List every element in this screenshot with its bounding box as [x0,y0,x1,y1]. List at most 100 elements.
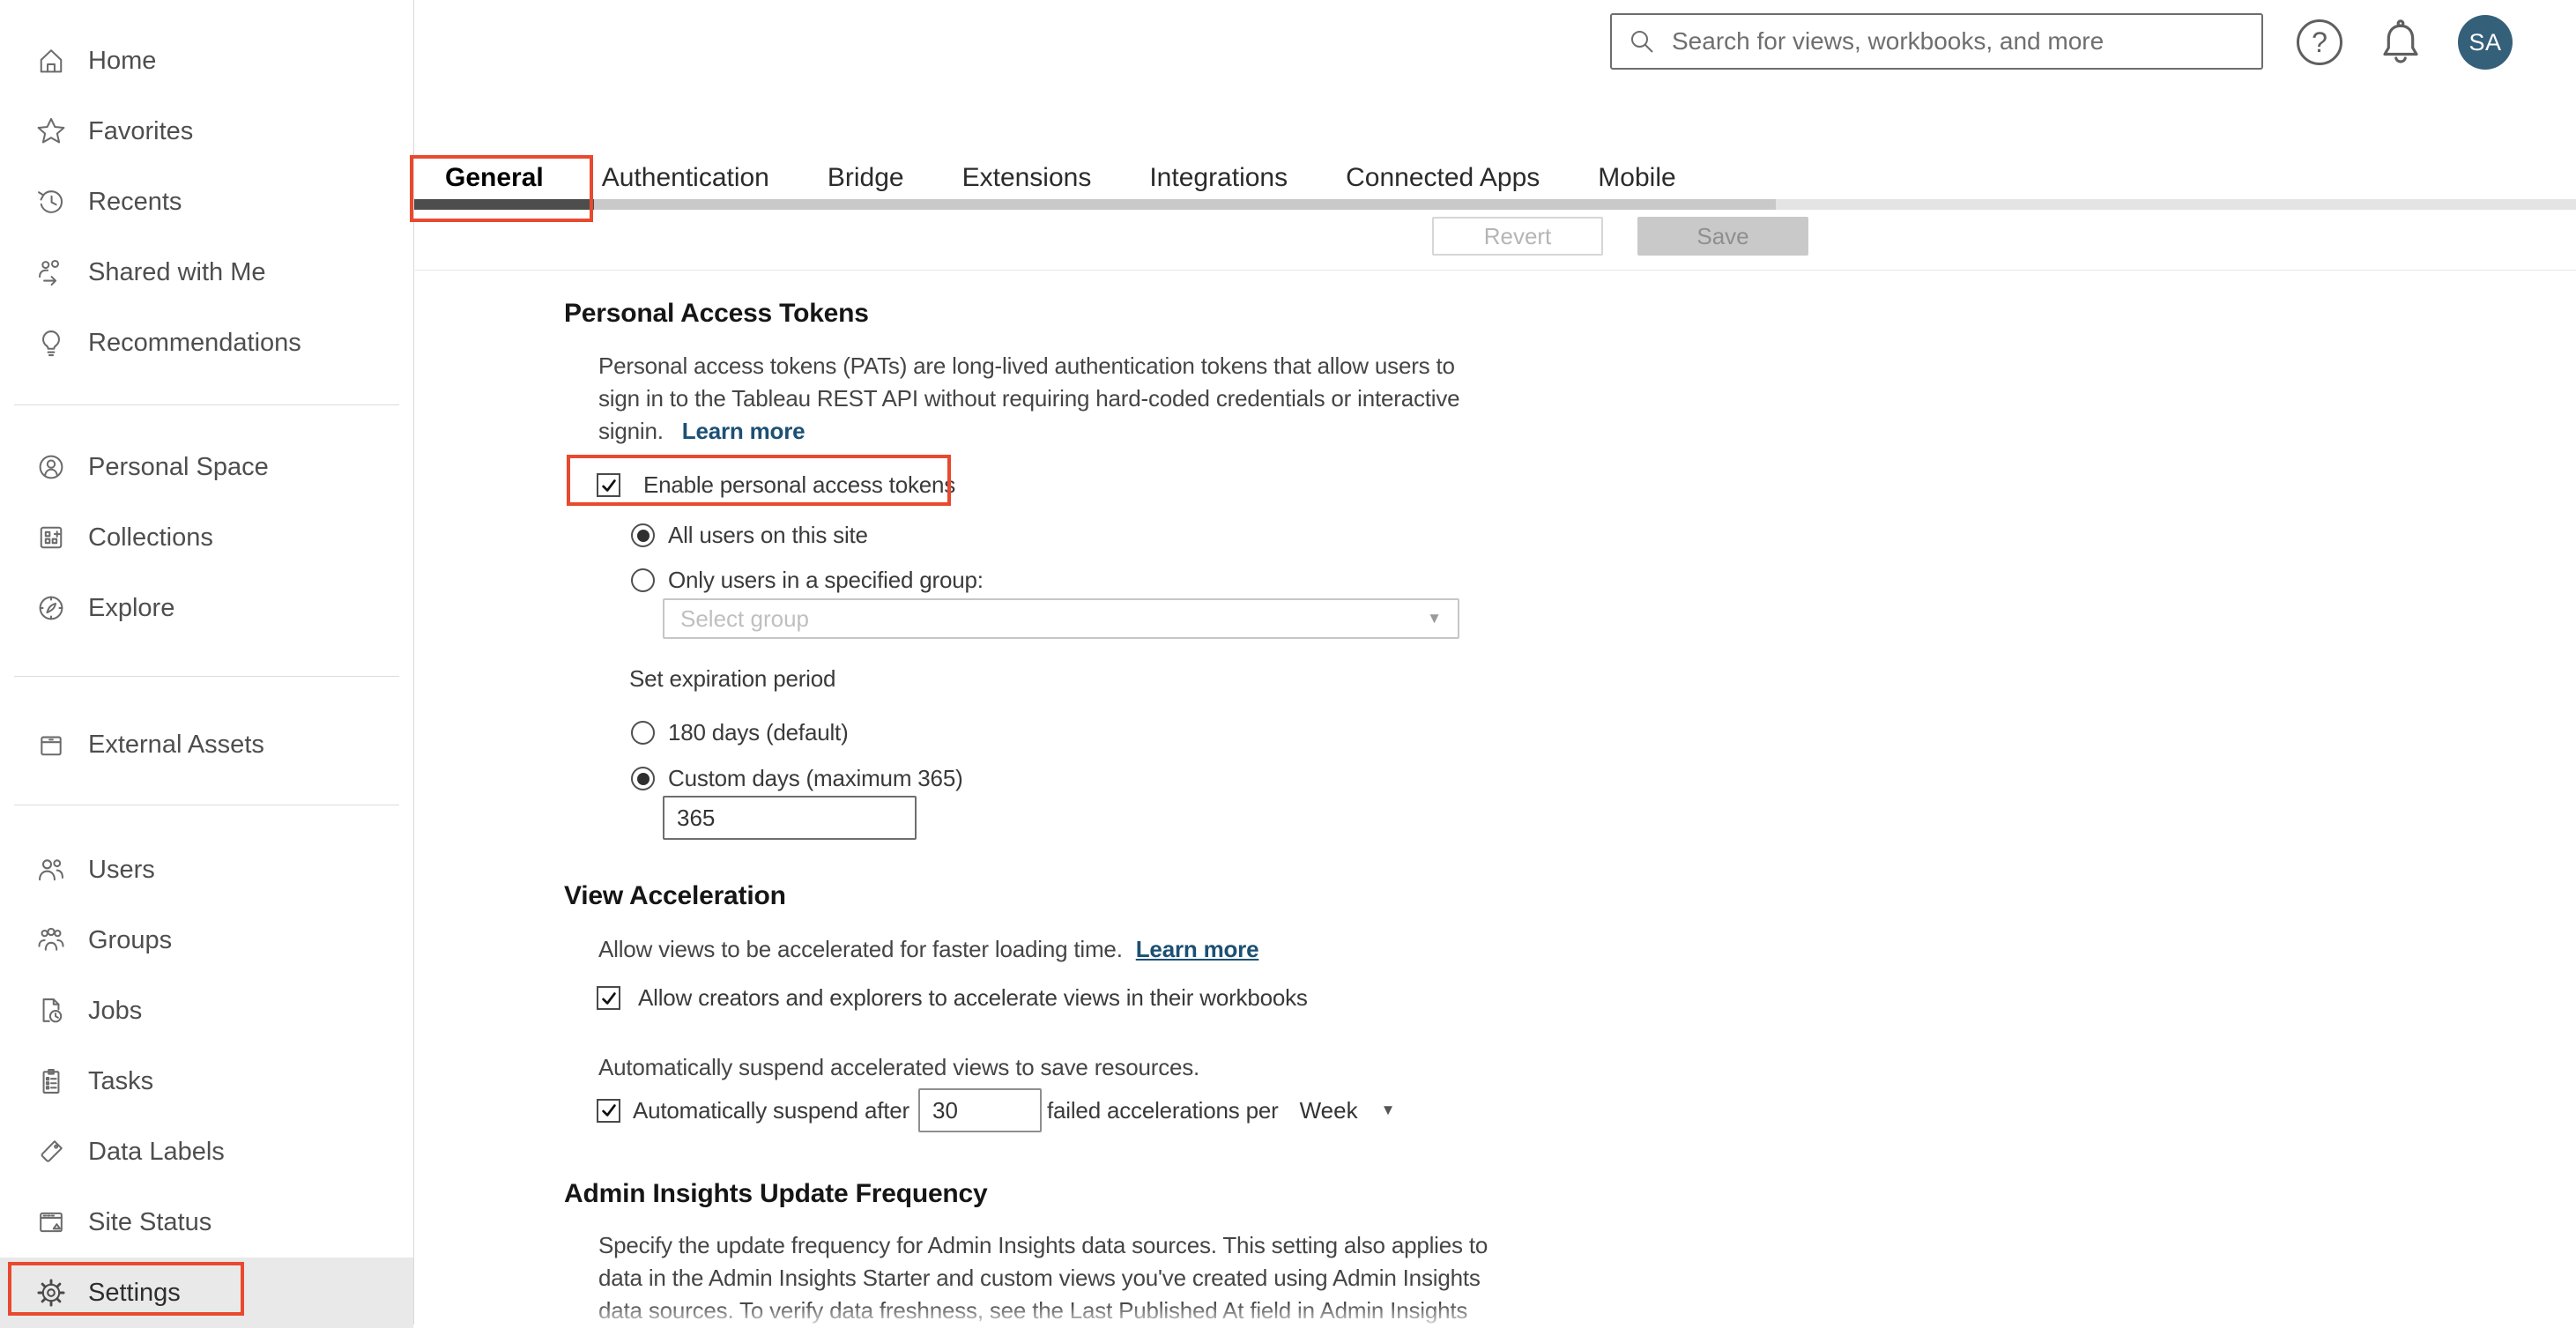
tab-integrations[interactable]: Integrations [1149,163,1288,193]
status-window-icon [35,1206,67,1238]
global-search [1610,13,2263,70]
days-180-radio[interactable] [631,721,655,745]
admin-insights-description-line: data in the Admin Insights Starter and c… [598,1265,1481,1291]
help-button[interactable]: ? [2297,19,2342,65]
group-select-placeholder: Select group [680,605,809,632]
tab-strip-underline-extension [1776,199,2576,210]
sidebar-item-label: Explore [88,593,175,622]
sidebar-item-label: Personal Space [88,452,269,481]
tab-mobile[interactable]: Mobile [1598,163,1675,193]
auto-suspend-suffix: failed accelerations per [1047,1096,1279,1124]
sidebar-item-label: Favorites [88,116,194,145]
custom-days-input[interactable] [663,796,917,840]
help-icon: ? [2312,26,2327,58]
sidebar-item-recents[interactable]: Recents [0,167,413,237]
person-circle-icon [35,451,67,483]
chevron-down-icon: ▼ [1427,610,1442,627]
all-users-radio-row: All users on this site [631,522,868,549]
all-users-label: All users on this site [668,522,868,548]
enable-pat-checkbox[interactable] [597,473,620,497]
tab-active-underline [411,199,594,210]
sidebar-item-recommendations[interactable]: Recommendations [0,308,413,378]
toolbar-divider [415,270,2576,271]
document-clock-icon [35,995,67,1027]
sidebar-item-label: Jobs [88,996,143,1025]
sidebar-item-label: Home [88,46,157,75]
pat-description-line: Personal access tokens (PATs) are long-l… [598,352,1455,379]
auto-suspend-checkbox[interactable] [597,1098,620,1123]
sidebar-item-tasks[interactable]: Tasks [0,1046,413,1117]
sidebar-item-shared-with-me[interactable]: Shared with Me [0,237,413,308]
suspend-description: Automatically suspend accelerated views … [598,1054,1200,1080]
group-select-dropdown[interactable]: Select group ▼ [663,598,1459,639]
tab-general[interactable]: General [445,163,544,193]
custom-days-radio[interactable] [631,767,655,790]
compass-icon [35,592,67,624]
history-clock-icon [35,186,67,218]
sidebar-item-personal-space[interactable]: Personal Space [0,432,413,502]
sidebar-item-explore[interactable]: Explore [0,573,413,643]
sidebar: Home Favorites Recents Shared with Me Re… [0,0,414,1328]
tab-bridge[interactable]: Bridge [828,163,904,193]
sidebar-item-site-status[interactable]: Site Status [0,1187,413,1258]
days-180-label: 180 days (default) [668,719,849,746]
drawer-box-icon [35,729,67,760]
sidebar-divider [14,404,399,405]
sidebar-item-label: Site Status [88,1207,212,1236]
view-acceleration-description: Allow views to be accelerated for faster… [598,936,1259,963]
allow-acceleration-row: Allow creators and explorers to accelera… [597,984,1308,1012]
search-input[interactable] [1670,26,2246,56]
sidebar-item-users[interactable]: Users [0,835,413,905]
sidebar-item-home[interactable]: Home [0,26,413,96]
sidebar-item-label: Recommendations [88,328,301,357]
sidebar-item-groups[interactable]: Groups [0,905,413,976]
star-icon [35,115,67,147]
search-icon [1631,31,1653,53]
user-avatar[interactable]: SA [2458,15,2513,70]
settings-tab-bar: General Authentication Bridge Extensions… [445,163,1676,193]
tab-connected-apps[interactable]: Connected Apps [1346,163,1540,193]
pat-description-line: sign in to the Tableau REST API without … [598,385,1460,412]
specified-group-radio[interactable] [631,568,655,592]
sidebar-item-label: Collections [88,523,213,552]
collections-grid-icon [35,522,67,553]
notifications-button[interactable] [2374,16,2427,69]
pat-learn-more-link[interactable]: Learn more [682,418,805,444]
revert-button[interactable]: Revert [1432,217,1603,256]
gear-icon [35,1277,67,1309]
sidebar-item-label: Users [88,855,155,884]
admin-insights-title: Admin Insights Update Frequency [564,1179,988,1208]
pat-description-line: signin. Learn more [598,418,805,445]
sidebar-item-favorites[interactable]: Favorites [0,96,413,167]
admin-insights-description-line: Specify the update frequency for Admin I… [598,1232,1488,1258]
sidebar-item-label: Recents [88,187,182,216]
view-acceleration-learn-more-link[interactable]: Learn more [1136,936,1259,962]
bell-icon [2383,19,2418,63]
tab-strip-underline [594,199,1776,210]
tab-extensions[interactable]: Extensions [962,163,1092,193]
sidebar-item-label: Groups [88,925,173,954]
sidebar-item-jobs[interactable]: Jobs [0,976,413,1046]
avatar-initials: SA [2468,28,2502,56]
view-acceleration-description-text: Allow views to be accelerated for faster… [598,936,1123,962]
sidebar-item-collections[interactable]: Collections [0,502,413,573]
suspend-period-value[interactable]: Week [1300,1097,1358,1124]
save-button[interactable]: Save [1637,217,1808,256]
custom-days-radio-row: Custom days (maximum 365) [631,765,963,792]
sidebar-item-external-assets[interactable]: External Assets [0,709,413,780]
all-users-radio[interactable] [631,523,655,547]
tableau-settings-page: { "topbar": { "search_placeholder": "Sea… [0,0,2576,1328]
auto-suspend-row: Automatically suspend after failed accel… [597,1088,1395,1132]
suspend-count-input[interactable] [918,1088,1042,1132]
sidebar-item-label: Data Labels [88,1137,225,1166]
allow-acceleration-checkbox[interactable] [597,986,620,1010]
expiration-label: Set expiration period [629,665,836,692]
groups-icon [35,924,67,956]
sidebar-item-label: Settings [88,1278,181,1307]
sidebar-item-settings[interactable]: Settings [0,1258,413,1328]
lightbulb-icon [35,327,67,359]
chevron-down-icon[interactable]: ▼ [1381,1102,1396,1119]
sidebar-item-data-labels[interactable]: Data Labels [0,1117,413,1187]
custom-days-label: Custom days (maximum 365) [668,765,963,791]
tab-authentication[interactable]: Authentication [602,163,769,193]
